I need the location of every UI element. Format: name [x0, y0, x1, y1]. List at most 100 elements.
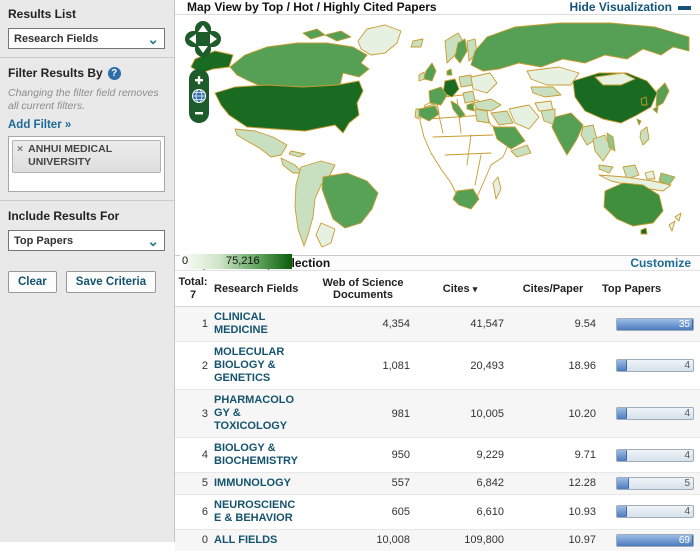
- table-row: 5 IMMUNOLOGY 557 6,842 12.28 5: [175, 472, 700, 494]
- documents-cell: 557: [313, 472, 413, 494]
- cites-per-paper-header: Cites/Paper: [507, 271, 599, 307]
- top-papers-bar: 4: [616, 449, 694, 462]
- top-papers-bar-fill: [617, 506, 627, 517]
- top-papers-value: 35: [679, 319, 690, 331]
- help-icon[interactable]: ?: [108, 67, 121, 80]
- cites-cell: 109,800: [413, 529, 507, 551]
- report-table-body: 1 CLINICAL MEDICINE 4,354 41,547 9.54 35…: [175, 307, 700, 551]
- table-row: 2 MOLECULAR BIOLOGY & GENETICS 1,081 20,…: [175, 342, 700, 390]
- zoom-out-icon[interactable]: [195, 112, 203, 114]
- cites-per-paper-cell: 18.96: [507, 342, 599, 390]
- research-field-link[interactable]: CLINICAL MEDICINE: [214, 311, 300, 337]
- top-papers-value: 4: [684, 408, 690, 420]
- research-field-link[interactable]: MOLECULAR BIOLOGY & GENETICS: [214, 346, 300, 385]
- map-legend: 0 75,216: [180, 251, 700, 275]
- cites-cell: 6,610: [413, 494, 507, 529]
- top-papers-header: Top Papers: [599, 271, 700, 307]
- cites-cell: 10,005: [413, 390, 507, 438]
- save-criteria-button[interactable]: Save Criteria: [66, 271, 156, 293]
- documents-cell: 950: [313, 438, 413, 473]
- map-zoom-control[interactable]: [189, 69, 209, 123]
- cites-cell: 6,842: [413, 472, 507, 494]
- rank-cell: 2: [175, 342, 211, 390]
- rank-cell: 5: [175, 472, 211, 494]
- top-papers-cell: 69: [599, 529, 700, 551]
- research-field-link[interactable]: IMMUNOLOGY: [214, 477, 300, 490]
- table-row: 4 BIOLOGY & BIOCHEMISTRY 950 9,229 9.71 …: [175, 438, 700, 473]
- results-list-value: Research Fields: [14, 33, 98, 45]
- globe-icon: [193, 90, 206, 103]
- rank-cell: 0: [175, 529, 211, 551]
- top-papers-bar: 35: [616, 318, 694, 331]
- sidebar-actions: Clear Save Criteria: [8, 271, 165, 293]
- top-papers-bar-fill: [617, 408, 627, 419]
- table-row: 6 NEUROSCIENCE & BEHAVIOR 605 6,610 10.9…: [175, 494, 700, 529]
- cites-sort-header[interactable]: Cites ▾: [413, 271, 507, 307]
- documents-cell: 4,354: [313, 307, 413, 342]
- top-papers-value: 4: [684, 360, 690, 372]
- cites-header-label: Cites: [443, 283, 470, 295]
- cites-per-paper-cell: 10.20: [507, 390, 599, 438]
- filter-heading-label: Filter Results By: [8, 66, 103, 80]
- report-table-header-row: Total: 7 Research Fields Web of Science …: [175, 271, 700, 307]
- research-field-link[interactable]: ALL FIELDS: [214, 534, 300, 547]
- research-field-link[interactable]: PHARMACOLOGY & TOXICOLOGY: [214, 394, 300, 433]
- remove-filter-icon[interactable]: ×: [17, 143, 23, 169]
- map-area: 0 75,216: [175, 15, 700, 248]
- documents-cell: 1,081: [313, 342, 413, 390]
- results-list-dropdown[interactable]: Research Fields ⌄: [8, 28, 165, 49]
- top-papers-bar-fill: [617, 360, 627, 371]
- sidebar: Results List Research Fields ⌄ Filter Re…: [0, 0, 175, 542]
- top-papers-value: 4: [684, 450, 690, 462]
- documents-header: Web of Science Documents: [313, 271, 413, 307]
- field-cell: BIOLOGY & BIOCHEMISTRY: [211, 438, 313, 473]
- main-panel: Map View by Top / Hot / Highly Cited Pap…: [175, 0, 700, 542]
- rank-cell: 4: [175, 438, 211, 473]
- sidebar-divider: [0, 200, 174, 201]
- filter-section: Filter Results By ? Changing the filter …: [8, 66, 165, 192]
- field-cell: MOLECULAR BIOLOGY & GENETICS: [211, 342, 313, 390]
- rank-cell: 3: [175, 390, 211, 438]
- include-results-section: Include Results For Top Papers ⌄: [8, 209, 165, 251]
- top-papers-cell: 5: [599, 472, 700, 494]
- filter-tag: × ANHUI MEDICAL UNIVERSITY: [12, 140, 161, 172]
- top-papers-cell: 4: [599, 438, 700, 473]
- top-papers-bar: 5: [616, 477, 694, 490]
- top-papers-bar: 4: [616, 359, 694, 372]
- include-results-dropdown[interactable]: Top Papers ⌄: [8, 230, 165, 251]
- research-field-link[interactable]: NEUROSCIENCE & BEHAVIOR: [214, 499, 300, 525]
- field-cell: NEUROSCIENCE & BEHAVIOR: [211, 494, 313, 529]
- research-field-link[interactable]: BIOLOGY & BIOCHEMISTRY: [214, 442, 300, 468]
- top-papers-cell: 4: [599, 342, 700, 390]
- top-papers-cell: 35: [599, 307, 700, 342]
- minus-icon: [678, 6, 691, 10]
- report-table: Total: 7 Research Fields Web of Science …: [175, 271, 700, 551]
- sidebar-divider: [0, 57, 174, 58]
- filter-heading: Filter Results By ?: [8, 66, 165, 80]
- cites-per-paper-cell: 10.93: [507, 494, 599, 529]
- cites-cell: 20,493: [413, 342, 507, 390]
- total-count-header: Total: 7: [175, 271, 211, 307]
- top-papers-bar-fill: [617, 450, 627, 461]
- rank-cell: 6: [175, 494, 211, 529]
- map-title: Map View by Top / Hot / Highly Cited Pap…: [187, 0, 437, 14]
- cites-cell: 41,547: [413, 307, 507, 342]
- field-cell: ALL FIELDS: [211, 529, 313, 551]
- hide-visualization-link[interactable]: Hide Visualization: [570, 0, 691, 14]
- table-row: 0 ALL FIELDS 10,008 109,800 10.97 69: [175, 529, 700, 551]
- hide-visualization-label: Hide Visualization: [570, 0, 672, 14]
- top-papers-bar: 4: [616, 505, 694, 518]
- table-row: 1 CLINICAL MEDICINE 4,354 41,547 9.54 35: [175, 307, 700, 342]
- legend-min-value: 0: [182, 255, 188, 267]
- table-row: 3 PHARMACOLOGY & TOXICOLOGY 981 10,005 1…: [175, 390, 700, 438]
- map-header: Map View by Top / Hot / Highly Cited Pap…: [175, 0, 700, 15]
- filter-box: × ANHUI MEDICAL UNIVERSITY: [8, 136, 165, 192]
- results-list-heading: Results List: [8, 7, 165, 21]
- chevron-down-icon: ⌄: [147, 34, 159, 44]
- top-papers-value: 5: [684, 478, 690, 490]
- filter-note: Changing the filter field removes all cu…: [8, 87, 165, 113]
- add-filter-link[interactable]: Add Filter »: [8, 119, 71, 131]
- clear-button[interactable]: Clear: [8, 271, 57, 293]
- legend-max-value: 75,216: [226, 255, 260, 267]
- world-choropleth-map[interactable]: [175, 15, 700, 248]
